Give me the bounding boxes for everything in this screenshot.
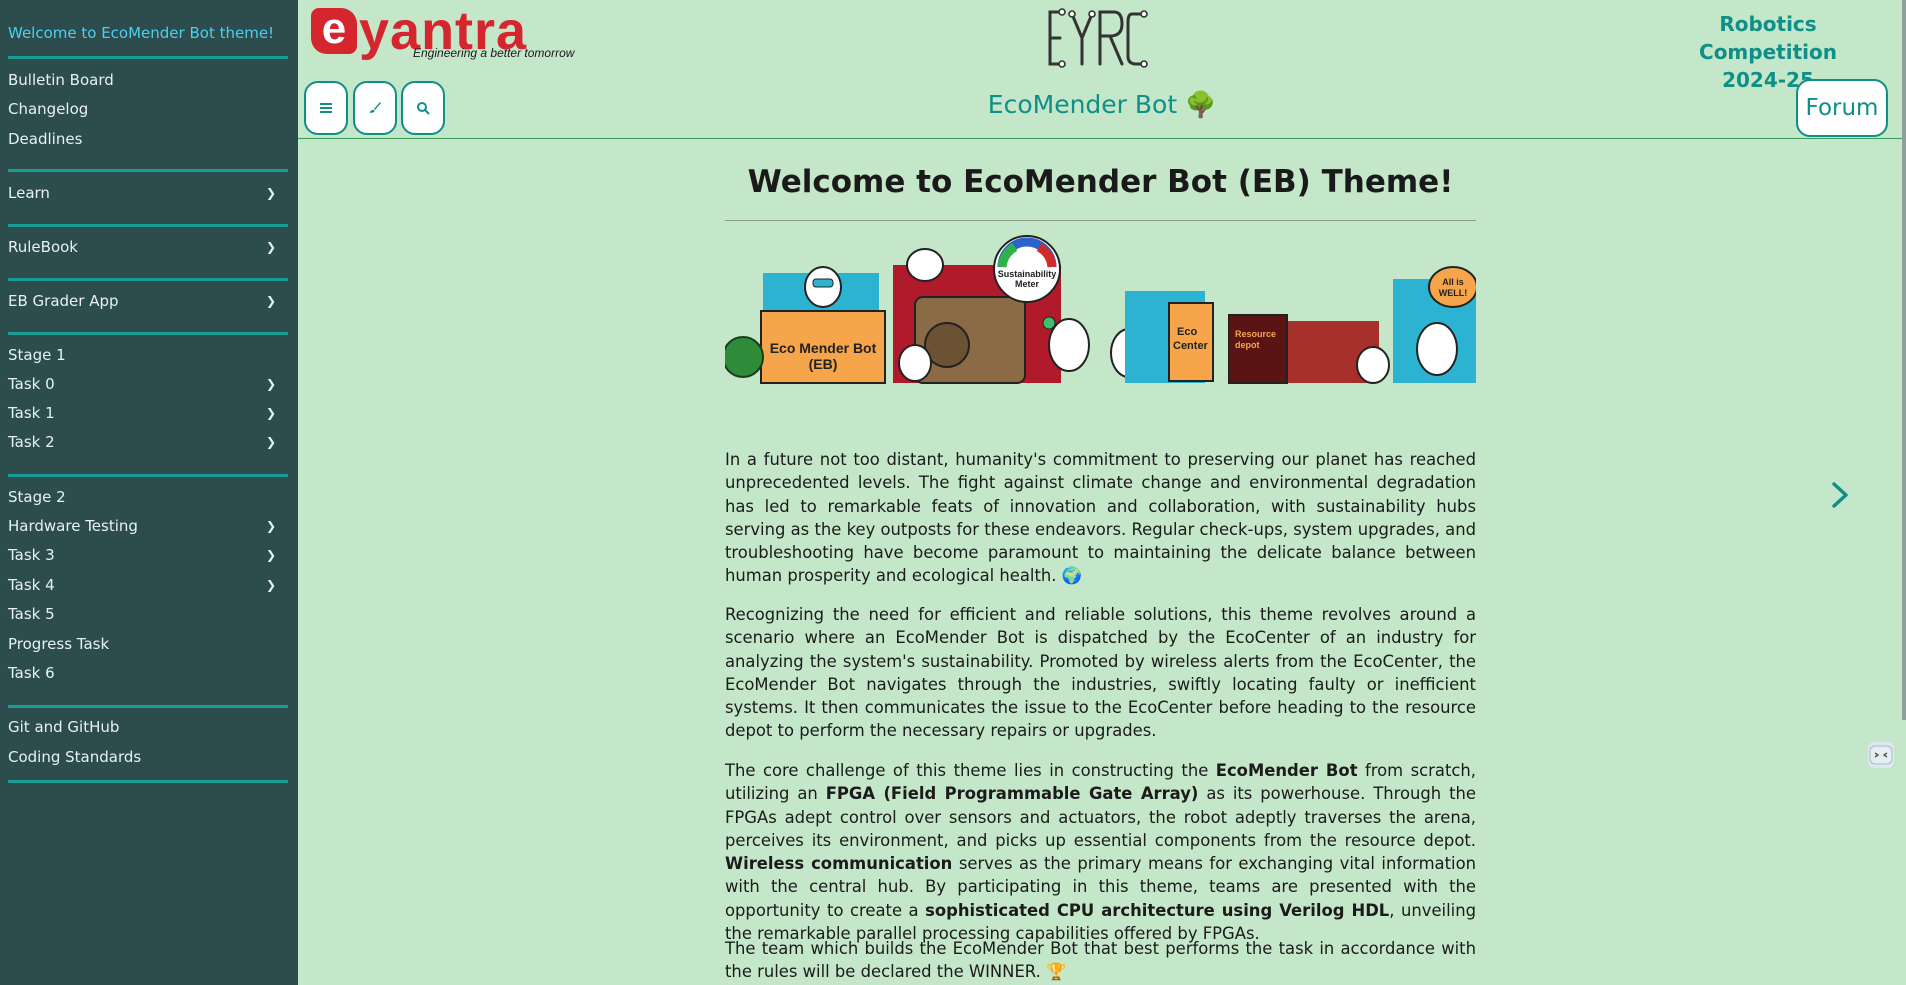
sidebar-divider [8,332,288,335]
forum-button[interactable]: Forum [1796,79,1888,137]
sidebar-item-task-5[interactable]: Task 5 [8,602,286,626]
challenge-bold-text: EcoMender Bot [1215,761,1358,780]
sidebar-item-welcome[interactable]: Welcome to EcoMender Bot theme! [8,21,286,45]
sidebar-item-label: Changelog [8,100,89,118]
competition-title-line-1: Robotics Competition [1699,12,1837,64]
sidebar-divider [8,278,288,281]
next-page-arrow-icon[interactable] [1826,478,1854,512]
banner-ecocenter-label-2: Center [1173,340,1209,352]
top-header: e yantra Engineering a better tomorrow R… [298,0,1906,139]
sidebar-item-label: Task 3 [8,546,55,564]
eyantra-logo[interactable]: e yantra Engineering a better tomorrow [311,1,611,61]
sidebar: Welcome to EcoMender Bot theme! Bulletin… [0,0,298,985]
sidebar-item-stage-2[interactable]: Stage 2 [8,485,286,509]
chevron-right-icon: ❯ [265,240,276,254]
sidebar-item-label: Stage 2 [8,488,66,506]
chevron-right-icon: ❯ [265,578,276,592]
sidebar-item-bulletin-board[interactable]: Bulletin Board [8,68,286,92]
chevron-right-icon: ❯ [265,186,276,200]
sidebar-item-deadlines[interactable]: Deadlines [8,127,286,151]
banner-resource-label-1: Resource [1235,329,1276,339]
sidebar-item-task-3[interactable]: Task 3 ❯ [8,543,286,567]
sidebar-divider [8,780,288,783]
sidebar-item-label: RuleBook [8,238,78,256]
chevron-right-icon: ❯ [265,548,276,562]
sidebar-item-changelog[interactable]: Changelog [8,97,286,121]
sidebar-divider [8,474,288,477]
sidebar-item-label: Task 1 [8,404,55,422]
main-content: Welcome to EcoMender Bot (EB) Theme! Eco… [725,138,1476,981]
challenge-bold-text: FPGA (Field Programmable Gate Array) [825,784,1199,804]
sidebar-item-rulebook[interactable]: RuleBook ❯ [8,235,286,259]
sidebar-divider [8,56,288,59]
banner-resource-label-2: depot [1235,340,1260,350]
heading-divider [725,220,1476,221]
sidebar-item-coding-standards[interactable]: Coding Standards [8,745,286,769]
chevron-right-icon: ❯ [265,519,276,533]
scenario-paragraph: Recognizing the need for efficient and r… [725,605,1476,741]
sidebar-item-progress-task[interactable]: Progress Task [8,632,286,656]
sidebar-item-git-and-github[interactable]: Git and GitHub [8,715,286,739]
sidebar-item-label: Progress Task [8,635,110,653]
sidebar-item-learn[interactable]: Learn ❯ [8,181,286,205]
banner-bubble-label-2: WELL! [1439,288,1468,298]
sidebar-divider [8,224,288,227]
sidebar-item-label: Task 0 [8,375,55,393]
scrollbar-thumb[interactable] [1902,0,1906,720]
banner-ecocenter-label-1: Eco [1177,326,1197,338]
eyrc-logo [1048,8,1148,68]
sidebar-item-label: Task 5 [8,605,55,623]
banner-label-eb-2: (EB) [809,356,838,372]
sidebar-item-task-2[interactable]: Task 2 ❯ [8,430,286,454]
site-title[interactable]: EcoMender Bot 🌳 [298,88,1906,122]
sidebar-item-label: Coding Standards [8,748,142,766]
challenge-paragraph: The core challenge of this theme lies in… [725,759,1476,945]
sidebar-item-label: Hardware Testing [8,517,138,535]
banner-label-eb-1: Eco Mender Bot [770,340,877,356]
challenge-text: The core challenge of this theme lies in… [725,761,1216,780]
banner-bubble-label-1: All is [1442,277,1464,287]
sidebar-item-label: EB Grader App [8,292,119,310]
sidebar-item-task-0[interactable]: Task 0 ❯ [8,372,286,396]
chevron-right-icon: ❯ [265,435,276,449]
chevron-right-icon: ❯ [265,406,276,420]
helper-widget-icon[interactable] [1868,742,1894,768]
sidebar-item-label: Learn [8,184,50,202]
challenge-bold-text: sophisticated CPU architecture using Ver… [925,900,1390,920]
sidebar-item-task-1[interactable]: Task 1 ❯ [8,401,286,425]
sidebar-item-label: Stage 1 [8,346,66,364]
sidebar-item-hardware-testing[interactable]: Hardware Testing ❯ [8,514,286,538]
theme-banner-image: Eco Mender Bot (EB) Sustainability Meter… [725,235,1476,384]
banner-meter-label-1: Sustainability [998,269,1057,279]
sidebar-item-label: Task 4 [8,576,55,594]
sidebar-item-eb-grader-app[interactable]: EB Grader App ❯ [8,289,286,313]
sidebar-item-label: Task 6 [8,664,55,682]
winner-paragraph: The team which builds the EcoMender Bot … [725,939,1476,982]
page-title: Welcome to EcoMender Bot (EB) Theme! [747,164,1454,200]
sidebar-item-label: Deadlines [8,130,83,148]
sidebar-item-stage-1[interactable]: Stage 1 [8,343,286,367]
sidebar-item-label: Task 2 [8,433,55,451]
sidebar-item-task-6[interactable]: Task 6 [8,661,286,685]
sidebar-item-task-4[interactable]: Task 4 ❯ [8,573,286,597]
eyantra-tagline: Engineering a better tomorrow [413,46,575,60]
chevron-right-icon: ❯ [265,377,276,391]
banner-meter-label-2: Meter [1015,279,1040,289]
intro-paragraph: In a future not too distant, humanity's … [725,450,1476,586]
chevron-right-icon: ❯ [265,294,276,308]
sidebar-item-label: Bulletin Board [8,71,114,89]
sidebar-divider [8,169,288,172]
sidebar-divider [8,705,288,708]
challenge-bold-text: Wireless communication [725,854,953,874]
eyantra-logo-mark: e [311,7,357,54]
sidebar-item-label: Welcome to EcoMender Bot theme! [8,24,275,42]
sidebar-item-label: Git and GitHub [8,718,120,736]
